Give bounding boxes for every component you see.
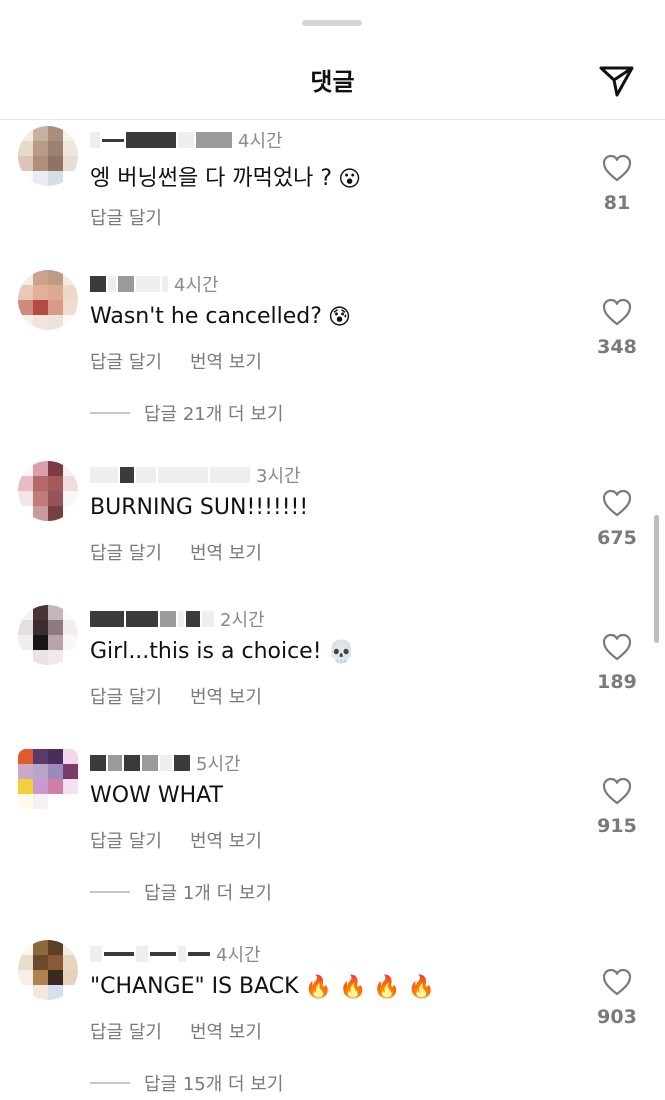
heart-icon — [602, 489, 632, 517]
like-button[interactable]: 903 — [594, 968, 640, 1028]
reply-button[interactable]: 답글 달기 — [90, 539, 162, 565]
translate-button[interactable]: 번역 보기 — [190, 539, 262, 565]
heart-icon — [602, 633, 632, 661]
like-count: 348 — [597, 336, 637, 358]
view-more-replies[interactable]: 답글 1개 더 보기 — [90, 879, 272, 905]
send-icon[interactable] — [596, 60, 638, 102]
comment-item: 2시간 Girl...this is a choice! 💀 답글 달기 번역 보… — [0, 599, 665, 759]
heart-icon — [602, 298, 632, 326]
comment-time: 3시간 — [256, 466, 301, 487]
avatar[interactable] — [18, 126, 78, 186]
username-redacted[interactable] — [90, 946, 210, 962]
heart-icon — [602, 968, 632, 996]
replies-line — [90, 891, 130, 893]
reply-button[interactable]: 답글 달기 — [90, 1018, 162, 1044]
comments-sheet: 댓글 4시간 엥 버닝썬을 다 까먹었나 ? 😮 답글 달기 81 4시간 Wa… — [0, 0, 665, 1100]
username-redacted[interactable] — [90, 276, 168, 292]
comment-time: 4시간 — [174, 275, 219, 296]
avatar[interactable] — [18, 940, 78, 1000]
username-redacted[interactable] — [90, 132, 232, 148]
comment-text: BURNING SUN!!!!!!! — [90, 495, 308, 520]
replies-line — [90, 412, 130, 414]
anxious-face-emoji: 😰 — [327, 304, 351, 330]
reply-button[interactable]: 답글 달기 — [90, 827, 162, 853]
page-title: 댓글 — [310, 68, 355, 96]
replies-line — [90, 1082, 130, 1084]
avatar[interactable] — [18, 461, 78, 521]
view-replies-label: 답글 21개 더 보기 — [144, 404, 284, 425]
comment-text: Girl...this is a choice! 💀 — [90, 639, 355, 665]
like-button[interactable]: 915 — [594, 777, 640, 837]
comment-item: 4시간 Wasn't he cancelled? 😰 답글 달기 번역 보기 34… — [0, 264, 665, 426]
comment-list[interactable]: 4시간 엥 버닝썬을 다 까먹었나 ? 😮 답글 달기 81 4시간 Wasn'… — [0, 120, 665, 1100]
avatar[interactable] — [18, 749, 78, 809]
comment-body: BURNING SUN!!!!!!! — [90, 495, 309, 520]
username-redacted[interactable] — [90, 611, 214, 627]
comment-text: WOW WHAT — [90, 783, 223, 808]
username-redacted[interactable] — [90, 755, 190, 771]
comment-time: 4시간 — [216, 945, 261, 966]
heart-icon — [602, 154, 632, 182]
translate-button[interactable]: 번역 보기 — [190, 1018, 262, 1044]
view-more-replies[interactable]: 답글 15개 더 보기 — [90, 1070, 283, 1096]
comment-item: 3시간 BURNING SUN!!!!!!! 답글 달기 번역 보기 675 — [0, 455, 665, 615]
like-count: 81 — [603, 192, 631, 214]
view-replies-label: 답글 15개 더 보기 — [144, 1074, 284, 1095]
scrollbar[interactable] — [654, 515, 659, 643]
fire-emoji: 🔥 🔥 🔥 🔥 — [304, 974, 436, 1000]
heart-icon — [602, 777, 632, 805]
translate-button[interactable]: 번역 보기 — [190, 348, 262, 374]
like-count: 675 — [597, 527, 637, 549]
comment-body: Girl...this is a choice! — [90, 639, 322, 664]
comment-item: 4시간 엥 버닝썬을 다 까먹었나 ? 😮 답글 달기 81 — [0, 120, 665, 280]
comment-time: 5시간 — [196, 754, 241, 775]
avatar[interactable] — [18, 605, 78, 665]
comment-text: Wasn't he cancelled? 😰 — [90, 304, 351, 330]
like-count: 903 — [597, 1006, 637, 1028]
like-button[interactable]: 189 — [594, 633, 640, 693]
hushed-face-emoji: 😮 — [338, 166, 361, 192]
comment-time: 4시간 — [238, 131, 283, 152]
reply-button[interactable]: 답글 달기 — [90, 348, 162, 374]
comment-text: 엥 버닝썬을 다 까먹었나 ? 😮 — [90, 160, 361, 192]
drag-handle[interactable] — [302, 20, 362, 26]
translate-button[interactable]: 번역 보기 — [190, 683, 262, 709]
comment-body: Wasn't he cancelled? — [90, 304, 322, 329]
like-button[interactable]: 675 — [594, 489, 640, 549]
like-button[interactable]: 81 — [594, 154, 640, 214]
skull-emoji: 💀 — [327, 639, 355, 665]
comment-item: 5시간 WOW WHAT 답글 달기 번역 보기 915 답글 1개 더 보기 — [0, 743, 665, 905]
comment-body: "CHANGE" IS BACK — [90, 974, 299, 999]
comment-body: 엥 버닝썬을 다 까먹었나 ? — [90, 166, 333, 191]
like-count: 915 — [597, 815, 637, 837]
view-more-replies[interactable]: 답글 21개 더 보기 — [90, 400, 283, 426]
username-redacted[interactable] — [90, 467, 250, 483]
translate-button[interactable]: 번역 보기 — [190, 827, 262, 853]
comment-item: 4시간 "CHANGE" IS BACK 🔥 🔥 🔥 🔥 답글 달기 번역 보기 … — [0, 934, 665, 1096]
comment-body: WOW WHAT — [90, 783, 223, 808]
reply-button[interactable]: 답글 달기 — [90, 683, 162, 709]
like-button[interactable]: 348 — [594, 298, 640, 358]
avatar[interactable] — [18, 270, 78, 330]
comment-text: "CHANGE" IS BACK 🔥 🔥 🔥 🔥 — [90, 974, 435, 1000]
view-replies-label: 답글 1개 더 보기 — [144, 883, 272, 904]
reply-button[interactable]: 답글 달기 — [90, 204, 162, 230]
like-count: 189 — [597, 671, 637, 693]
comment-time: 2시간 — [220, 610, 265, 631]
